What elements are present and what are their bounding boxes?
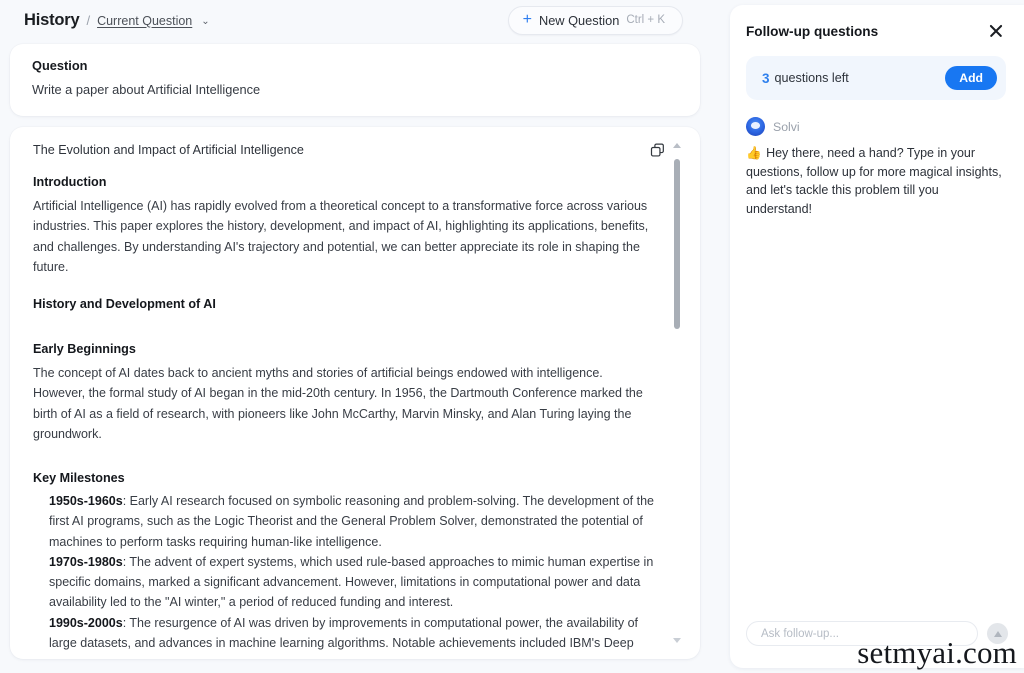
follow-up-input[interactable] bbox=[746, 621, 978, 646]
new-question-shortcut: Ctrl + K bbox=[626, 14, 665, 26]
milestone-era: 1990s-2000s bbox=[49, 615, 123, 630]
plus-icon: + bbox=[522, 11, 532, 28]
document-title-row: The Evolution and Impact of Artificial I… bbox=[33, 143, 658, 157]
copy-icon[interactable] bbox=[650, 143, 665, 158]
assistant-message-text: Hey there, need a hand? Type in your que… bbox=[746, 146, 1002, 216]
breadcrumb-current-question[interactable]: Current Question bbox=[97, 14, 192, 28]
milestone-text: : Early AI research focused on symbolic … bbox=[49, 494, 654, 549]
main-content-column: History / Current Question ⌄ + New Quest… bbox=[0, 0, 710, 673]
breadcrumb-history[interactable]: History bbox=[24, 11, 80, 30]
document-title: The Evolution and Impact of Artificial I… bbox=[33, 143, 304, 157]
scroll-down-arrow-icon[interactable] bbox=[673, 638, 681, 643]
assistant-name: Solvi bbox=[773, 119, 800, 134]
heading-early-beginnings: Early Beginnings bbox=[33, 342, 136, 356]
breadcrumb-separator: / bbox=[86, 12, 91, 28]
paragraph-early-beginnings: The concept of AI dates back to ancient … bbox=[33, 366, 643, 441]
follow-up-panel: Follow-up questions 3 questions left Add… bbox=[730, 5, 1024, 668]
milestone-text: : The advent of expert systems, which us… bbox=[49, 554, 654, 610]
question-label: Question bbox=[32, 58, 88, 73]
follow-up-header: Follow-up questions bbox=[746, 21, 1006, 41]
assistant-row: Solvi bbox=[746, 117, 1006, 136]
scrollbar-thumb[interactable] bbox=[673, 159, 680, 329]
answer-scrollbar[interactable] bbox=[670, 141, 684, 645]
send-button[interactable] bbox=[987, 623, 1008, 644]
breadcrumb: History / Current Question ⌄ bbox=[24, 11, 210, 30]
follow-up-title: Follow-up questions bbox=[746, 23, 879, 39]
new-question-label: New Question bbox=[538, 12, 620, 28]
add-button[interactable]: Add bbox=[945, 66, 997, 90]
milestone-item: 1970s-1980s: The advent of expert system… bbox=[49, 552, 658, 613]
quota-box: 3 questions left Add bbox=[746, 56, 1006, 100]
heading-key-milestones: Key Milestones bbox=[33, 471, 125, 485]
milestone-era: 1970s-1980s bbox=[49, 554, 123, 569]
new-question-button[interactable]: + New Question Ctrl + K bbox=[507, 5, 683, 35]
quota-count: 3 bbox=[762, 70, 770, 86]
solvi-avatar-icon bbox=[746, 117, 765, 136]
milestone-list: 1950s-1960s: Early AI research focused o… bbox=[33, 491, 658, 651]
question-card: Question Write a paper about Artificial … bbox=[10, 44, 700, 116]
milestone-era: 1950s-1960s bbox=[49, 494, 123, 508]
send-arrow-icon bbox=[993, 630, 1002, 637]
answer-scroll-area[interactable]: The Evolution and Impact of Artificial I… bbox=[10, 143, 700, 651]
heading-introduction: Introduction bbox=[33, 175, 107, 189]
thumbs-up-icon: 👍 bbox=[746, 146, 762, 160]
milestone-item: 1950s-1960s: Early AI research focused o… bbox=[49, 491, 658, 552]
top-bar: History / Current Question ⌄ + New Quest… bbox=[10, 0, 700, 40]
follow-up-composer bbox=[746, 621, 1008, 646]
paragraph-introduction: Artificial Intelligence (AI) has rapidly… bbox=[33, 199, 649, 274]
answer-card: The Evolution and Impact of Artificial I… bbox=[10, 127, 700, 659]
assistant-message: 👍 Hey there, need a hand? Type in your q… bbox=[746, 144, 1006, 218]
milestone-text: : The resurgence of AI was driven by imp… bbox=[49, 615, 639, 650]
question-text: Write a paper about Artificial Intellige… bbox=[32, 82, 261, 97]
close-icon[interactable] bbox=[986, 21, 1006, 41]
scroll-up-arrow-icon[interactable] bbox=[673, 143, 681, 148]
quota-label: questions left bbox=[774, 71, 849, 85]
milestone-item: 1990s-2000s: The resurgence of AI was dr… bbox=[49, 613, 658, 652]
heading-history-development: History and Development of AI bbox=[33, 297, 216, 311]
chevron-down-icon[interactable]: ⌄ bbox=[201, 16, 209, 27]
